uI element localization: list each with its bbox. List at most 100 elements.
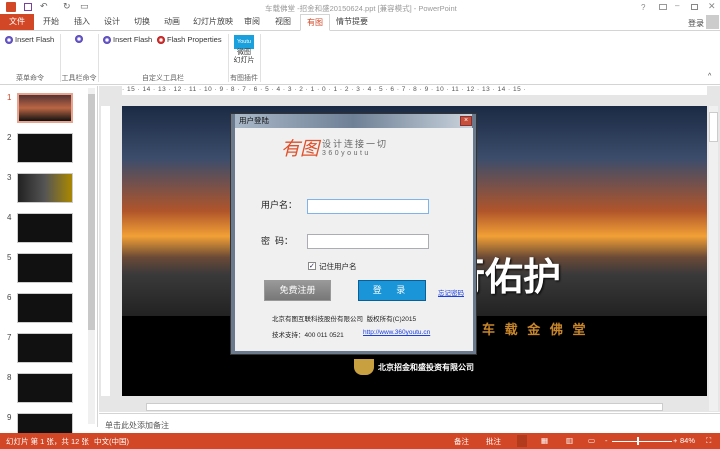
title-bar: ↶ ↻ ▭ 车载佛堂 -招金和盛20150624.ppt [兼容模式] - Po… [0,0,720,14]
flash-icon [5,35,13,44]
ribbon-tabs: 文件 开始 插入 设计 切换 动画 幻灯片放映 审阅 视图 有图 情节提要 登录 [0,14,720,31]
slide-number: 5 [7,253,12,262]
copyright-text: 北京有图互联科技股份有限公司 版权所有(C)2015 [272,316,417,323]
slide-number: 7 [7,333,12,342]
slide-thumbnail[interactable] [17,373,73,403]
slide-thumbnail[interactable] [17,333,73,363]
avatar[interactable] [706,15,719,29]
vertical-ruler [101,106,110,396]
tab-youtu[interactable]: 有图 [300,14,330,31]
thumbnail-scrollbar[interactable] [88,88,95,424]
slide-thumbnail[interactable] [17,213,73,243]
login-button[interactable]: 登 录 [358,280,426,301]
tab-review[interactable]: 审阅 [238,14,266,30]
slide-sorter-icon[interactable]: ▦ [541,436,548,445]
tab-transitions[interactable]: 切换 [128,14,156,30]
remember-label: 记住用户名 [319,262,357,271]
language-indicator[interactable]: 中文(中国) [94,436,129,447]
help-button[interactable]: ? [641,3,645,12]
insert-flash-button[interactable]: Insert Flash [103,35,152,44]
tab-animations[interactable]: 动画 [158,14,186,30]
tab-insert[interactable]: 插入 [68,14,96,30]
maximize-button[interactable] [691,4,698,10]
company-name: 北京招金和盛投资有限公司 [378,362,474,372]
slide-count: 幻灯片 第 1 张，共 12 张 [6,437,89,446]
group-label: 菜单命令 [16,75,44,82]
tab-view[interactable]: 视图 [268,14,298,30]
website-link[interactable]: http://www.360youtu.cn [363,329,430,336]
slide-thumbnail[interactable] [17,173,73,203]
tab-slideshow[interactable]: 幻灯片放映 [190,14,236,30]
zoom-level[interactable]: 84% [680,436,695,445]
youtu-slides-button[interactable]: Youtu 微图 幻灯片 [231,35,257,65]
tab-home[interactable]: 开始 [37,14,65,30]
group-label: 工具栏命令 [61,75,97,82]
slide-number: 2 [7,133,12,142]
slideshow-icon[interactable]: ▭ [80,1,89,12]
slide-number: 4 [7,213,12,222]
zoom-in-button[interactable]: + [673,436,677,445]
insert-flash-menu-button[interactable]: Insert Flash [5,35,54,44]
zoom-slider[interactable] [612,441,672,442]
zoom-slider-thumb[interactable] [637,437,639,445]
powerpoint-icon [6,2,16,12]
company-logo: 北京招金和盛投资有限公司 [354,359,474,375]
flash-icon [75,35,83,43]
button-label: Insert Flash [113,35,153,44]
button-label: Insert Flash [15,35,55,44]
tab-storyboard[interactable]: 情节提要 [333,14,371,30]
horizontal-scrollbar[interactable] [146,403,663,411]
scroll-thumb[interactable] [709,112,718,142]
slide-number: 3 [7,173,12,182]
close-button[interactable]: ✕ [708,1,716,12]
flash-icon [103,35,111,44]
group-label: 自定义工具栏 [142,75,184,82]
slideshow-view-icon[interactable]: ▭ [588,436,595,445]
vertical-scrollbar[interactable] [709,106,718,411]
signin-link[interactable]: 登录 [688,18,704,29]
scroll-thumb[interactable] [88,94,95,330]
group-label: 有图插件 [230,75,258,82]
notes-pane[interactable]: 单击此处添加备注 [99,413,720,433]
youtu-logo-en: 360youtu [322,150,371,157]
notes-toggle[interactable]: 备注 [454,436,469,447]
minimize-button[interactable]: – [675,1,679,10]
username-input[interactable] [307,199,429,214]
tab-design[interactable]: 设计 [98,14,126,30]
collapse-ribbon-icon[interactable]: ^ [708,73,711,80]
normal-view-icon[interactable] [517,435,527,447]
register-button[interactable]: 免费注册 [264,280,331,301]
comments-toggle[interactable]: 批注 [486,436,501,447]
toolbar-flash-button[interactable] [75,35,83,43]
ribbon: Insert Flash 菜单命令 工具栏命令 Insert Flash Fla… [0,31,720,85]
dialog-close-button[interactable]: × [460,116,472,126]
horizontal-ruler: · 15 · 14 · 13 · 12 · 11 · 10 · 9 · 8 · … [122,86,707,95]
tab-file[interactable]: 文件 [0,14,34,30]
flash-properties-button[interactable]: Flash Properties [157,35,222,44]
username-label: 用户名： [261,200,298,210]
slide-thumbnail[interactable] [17,253,73,283]
fit-slide-icon[interactable]: ⛶ [706,436,711,446]
youtu-logo-cn: 有图 [281,138,320,160]
reading-view-icon[interactable]: ▥ [566,436,573,445]
ribbon-display-icon[interactable] [659,4,667,10]
remember-checkbox[interactable]: ✓ [308,262,316,270]
notes-placeholder: 单击此处添加备注 [105,421,169,430]
dialog-title: 用户登陆 [235,114,472,128]
save-icon[interactable] [24,3,32,11]
slide-thumbnail[interactable] [17,93,73,123]
slide-subline: 车 载 金 佛 堂 [482,322,589,337]
zoom-out-button[interactable]: - [605,436,608,445]
undo-icon[interactable]: ↶ [40,1,48,12]
slide-number: 8 [7,373,12,382]
forgot-password-link[interactable]: 忘记密码 [438,287,464,297]
redo-icon[interactable]: ↻ [63,1,71,12]
slide-thumbnail[interactable] [17,293,73,323]
slide-thumbnail[interactable] [17,133,73,163]
password-input[interactable] [307,234,429,249]
button-label: Flash Properties [167,35,222,44]
dialog-body: 有图 设计连接一切 360youtu 用户名： 密 码： ✓ 记住用户名 免费注… [235,128,473,351]
status-bar: 幻灯片 第 1 张，共 12 张 中文(中国) 备注 批注 ▦ ▥ ▭ - + … [0,433,720,449]
flash-properties-icon [157,35,165,44]
window-title: 车载佛堂 -招金和盛20150624.ppt [兼容模式] - PowerPoi… [265,4,457,13]
